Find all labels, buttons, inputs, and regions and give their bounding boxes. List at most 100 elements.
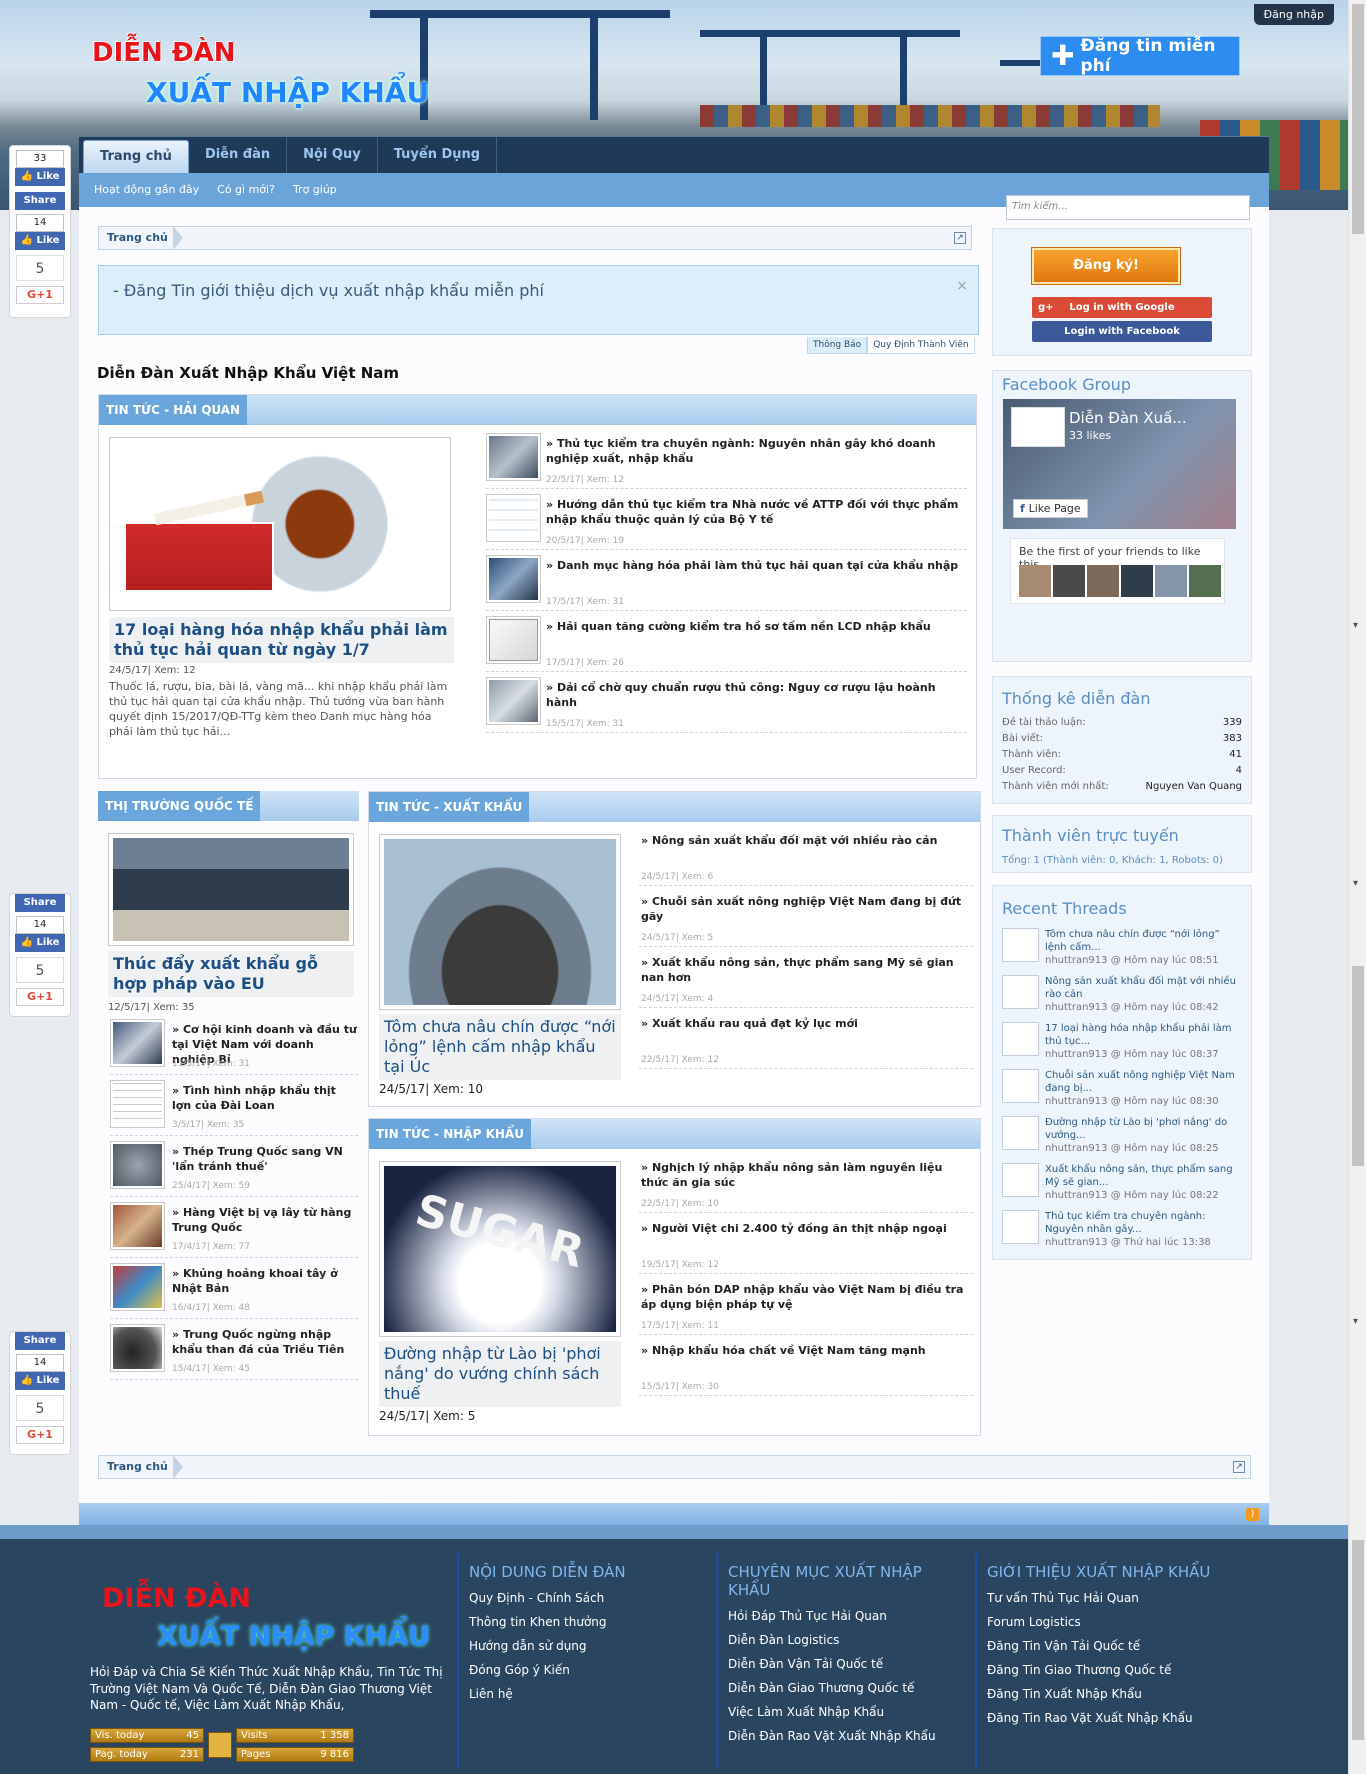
login-link[interactable]: Đăng nhập xyxy=(1253,4,1334,25)
facebook-like-button[interactable]: 👍 Like xyxy=(15,232,65,250)
scroll-down-icon[interactable]: ▾ xyxy=(1353,620,1358,631)
list-item[interactable]: Thủ tục kiểm tra chuyên ngành: Nguyên nh… xyxy=(486,433,967,489)
footer-link[interactable]: Đóng Góp ý Kiến xyxy=(469,1658,709,1682)
google-login-button[interactable]: g+ Log in with Google xyxy=(1032,297,1212,318)
featured-image[interactable]: SUGAR xyxy=(379,1161,621,1337)
scroll-down-icon[interactable]: ▾ xyxy=(1353,878,1358,889)
section-label[interactable]: TIN TỨC - NHẬP KHẨU xyxy=(369,1119,531,1149)
footer-link[interactable]: Diễn Đàn Logistics xyxy=(728,1628,968,1652)
item-title[interactable]: Phân bón DAP nhập khẩu vào Việt Nam bị đ… xyxy=(641,1283,971,1313)
thread-title[interactable]: Nông sản xuất khẩu đối mặt với nhiều rào… xyxy=(1045,975,1242,1001)
online-title[interactable]: Thành viên trực tuyến xyxy=(1002,826,1179,845)
list-item[interactable]: Hàng Việt bị vạ lây từ hàng Trung Quốc 1… xyxy=(110,1202,358,1258)
notice-tab-announcement[interactable]: Thông Báo xyxy=(807,337,868,354)
thread-title[interactable]: Chuỗi sản xuất nông nghiệp Việt Nam đang… xyxy=(1045,1069,1242,1095)
scrollbar-thumb[interactable] xyxy=(1352,4,1364,234)
list-item[interactable]: Khủng hoảng khoai tây ở Nhật Bản 16/4/17… xyxy=(110,1263,358,1319)
item-title[interactable]: Tình hình nhập khẩu thịt lợn của Đài Loa… xyxy=(172,1084,358,1114)
item-title[interactable]: Hàng Việt bị vạ lây từ hàng Trung Quốc xyxy=(172,1206,358,1236)
item-title[interactable]: Hướng dẫn thủ tục kiểm tra Nhà nước về A… xyxy=(546,498,966,528)
facebook-like-button[interactable]: 👍 Like xyxy=(15,934,65,952)
section-label[interactable]: TIN TỨC - XUẤT KHẨU xyxy=(369,792,530,822)
recent-thread[interactable]: Chuỗi sản xuất nông nghiệp Việt Nam đang… xyxy=(1002,1069,1242,1115)
list-item[interactable]: Xuất khẩu rau quả đạt kỷ lục mới 22/5/17… xyxy=(639,1013,973,1069)
rss-icon[interactable]: ) xyxy=(1246,1508,1259,1521)
footer-link[interactable]: Hỏi Đáp Thủ Tục Hải Quan xyxy=(728,1604,968,1628)
item-title[interactable]: Trung Quốc ngừng nhập khẩu than đá của T… xyxy=(172,1328,358,1358)
footer-link[interactable]: Đăng Tin Vận Tải Quốc tế xyxy=(987,1634,1215,1658)
item-title[interactable]: Danh mục hàng hóa phải làm thủ tục hải q… xyxy=(546,559,966,574)
item-title[interactable]: Người Việt chi 2.400 tỷ đồng ăn thịt nhậ… xyxy=(641,1222,971,1237)
featured-title[interactable]: Thúc đẩy xuất khẩu gỗ hợp pháp vào EU xyxy=(108,951,354,997)
footer-link[interactable]: Diễn Đàn Giao Thương Quốc tế xyxy=(728,1676,968,1700)
breadcrumb-home[interactable]: Trang chủ xyxy=(107,227,168,249)
item-title[interactable]: Nhập khẩu hóa chất về Việt Nam tăng mạnh xyxy=(641,1344,971,1359)
list-item[interactable]: Xuất khẩu nông sản, thực phẩm sang Mỹ sẽ… xyxy=(639,952,973,1008)
thread-title[interactable]: Xuất khẩu nông sản, thực phẩm sang Mỹ sẽ… xyxy=(1045,1163,1242,1189)
facebook-share-button[interactable]: Share xyxy=(15,192,65,210)
breadcrumb-home[interactable]: Trang chủ xyxy=(107,1456,168,1478)
notice-text[interactable]: - Đăng Tin giới thiệu dịch vụ xuất nhập … xyxy=(113,281,544,300)
tab-forums[interactable]: Diễn đàn xyxy=(189,137,288,174)
featured-title[interactable]: Tôm chưa nâu chín được “nới lỏng” lệnh c… xyxy=(379,1014,621,1080)
thread-title[interactable]: Đường nhập từ Lào bị 'phơi nắng' do vướn… xyxy=(1045,1116,1242,1142)
google-plus-button[interactable]: G+1 xyxy=(16,286,64,304)
recent-thread[interactable]: Tôm chưa nâu chín được “nới lỏng” lệnh c… xyxy=(1002,928,1242,974)
footer-link[interactable]: Đăng Tin Giao Thương Quốc tế xyxy=(987,1658,1215,1682)
list-item[interactable]: Hải quan tăng cường kiểm tra hồ sơ tấm n… xyxy=(486,616,967,672)
thread-title[interactable]: Tôm chưa nâu chín được “nới lỏng” lệnh c… xyxy=(1045,928,1242,954)
scrollbar-thumb[interactable] xyxy=(1352,1540,1364,1740)
featured-image[interactable] xyxy=(379,834,621,1010)
footer-link[interactable]: Hướng dẫn sử dụng xyxy=(469,1634,709,1658)
item-title[interactable]: Chuỗi sản xuất nông nghiệp Việt Nam đang… xyxy=(641,895,971,925)
jump-icon[interactable]: ↗ xyxy=(1233,1461,1245,1473)
featured-image[interactable] xyxy=(108,833,354,946)
footer-link[interactable]: Việc Làm Xuất Nhập Khẩu xyxy=(728,1700,968,1724)
subnav-recent-activity[interactable]: Hoạt động gần đây xyxy=(85,173,208,207)
list-item[interactable]: Trung Quốc ngừng nhập khẩu than đá của T… xyxy=(110,1324,358,1380)
footer-link[interactable]: Thông tin Khen thưởng xyxy=(469,1610,709,1634)
list-item[interactable]: Dải cổ chờ quy chuẩn rượu thủ công: Nguy… xyxy=(486,677,967,733)
section-label[interactable]: TIN TỨC - HẢI QUAN xyxy=(99,395,248,425)
item-title[interactable]: Nghịch lý nhập khẩu nông sản làm nguyên … xyxy=(641,1161,971,1191)
tab-jobs[interactable]: Tuyển Dụng xyxy=(378,137,498,174)
item-title[interactable]: Thép Trung Quốc sang VN 'lẩn tránh thuế' xyxy=(172,1145,358,1175)
scroll-down-icon[interactable]: ▾ xyxy=(1353,1316,1358,1327)
facebook-like-button[interactable]: 👍 Like xyxy=(15,1372,65,1390)
tab-rules[interactable]: Nội Quy xyxy=(287,137,378,174)
page-scrollbar[interactable]: ▾ ▾ ▾ xyxy=(1348,0,1366,1774)
list-item[interactable]: Phân bón DAP nhập khẩu vào Việt Nam bị đ… xyxy=(639,1279,973,1335)
search-input[interactable]: Tìm kiếm... xyxy=(1006,195,1250,220)
footer-link[interactable]: Diễn Đàn Vận Tải Quốc tế xyxy=(728,1652,968,1676)
featured-title[interactable]: Đường nhập từ Lào bị 'phơi nắng' do vướn… xyxy=(379,1341,621,1407)
facebook-share-button[interactable]: Share xyxy=(15,1332,65,1350)
footer-link[interactable]: Tư vấn Thủ Tục Hải Quan xyxy=(987,1586,1215,1610)
list-item[interactable]: Người Việt chi 2.400 tỷ đồng ăn thịt nhậ… xyxy=(639,1218,973,1274)
list-item[interactable]: Nông sản xuất khẩu đối mặt với nhiều rào… xyxy=(639,830,973,886)
list-item[interactable]: Thép Trung Quốc sang VN 'lẩn tránh thuế'… xyxy=(110,1141,358,1197)
tab-home[interactable]: Trang chủ xyxy=(83,140,189,174)
counter-logo-icon[interactable] xyxy=(208,1732,232,1758)
featured-title[interactable]: 17 loại hàng hóa nhập khẩu phải làm thủ … xyxy=(109,617,454,663)
list-item[interactable]: Nhập khẩu hóa chất về Việt Nam tăng mạnh… xyxy=(639,1340,973,1396)
item-title[interactable]: Thủ tục kiểm tra chuyên ngành: Nguyên nh… xyxy=(546,437,966,467)
like-page-button[interactable]: f Like Page xyxy=(1013,499,1088,518)
footer-link[interactable]: Liên hệ xyxy=(469,1682,709,1706)
footer-link[interactable]: Diễn Đàn Rao Vặt Xuất Nhập Khẩu xyxy=(728,1724,968,1748)
subnav-whats-new[interactable]: Có gì mới? xyxy=(208,173,284,207)
footer-link[interactable]: Quy Định - Chính Sách xyxy=(469,1586,709,1610)
register-button[interactable]: Đăng ký! xyxy=(1032,248,1180,284)
footer-link[interactable]: Đăng Tin Xuất Nhập Khẩu xyxy=(987,1682,1215,1706)
list-item[interactable]: Danh mục hàng hóa phải làm thủ tục hải q… xyxy=(486,555,967,611)
recent-thread[interactable]: Xuất khẩu nông sản, thực phẩm sang Mỹ sẽ… xyxy=(1002,1163,1242,1209)
notice-tab-rules[interactable]: Quy Định Thành Viên xyxy=(867,337,975,354)
facebook-like-button[interactable]: 👍 Like xyxy=(15,168,65,186)
facebook-share-button[interactable]: Share xyxy=(15,894,65,912)
list-item[interactable]: Chuỗi sản xuất nông nghiệp Việt Nam đang… xyxy=(639,891,973,947)
recent-thread[interactable]: Thủ tục kiểm tra chuyên ngành: Nguyên nh… xyxy=(1002,1210,1242,1256)
facebook-page-name[interactable]: Diễn Đàn Xuấ... xyxy=(1069,409,1187,427)
list-item[interactable]: Tình hình nhập khẩu thịt lợn của Đài Loa… xyxy=(110,1080,358,1136)
close-icon[interactable]: × xyxy=(956,278,968,294)
list-item[interactable]: Nghịch lý nhập khẩu nông sản làm nguyên … xyxy=(639,1157,973,1213)
featured-image[interactable] xyxy=(109,437,451,611)
